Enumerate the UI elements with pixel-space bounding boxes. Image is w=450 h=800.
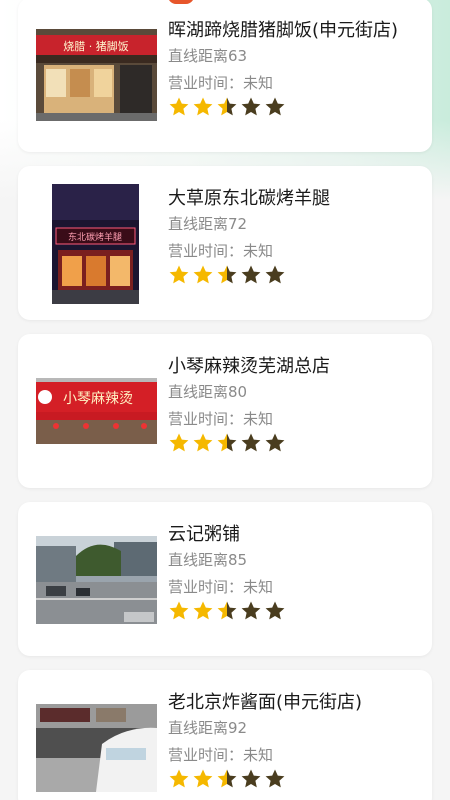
restaurant-distance: 直线距离63 <box>168 47 248 65</box>
star-icon <box>241 433 261 452</box>
star-icon <box>193 769 213 788</box>
star-icon <box>169 601 189 620</box>
star-icon <box>217 97 237 116</box>
star-icon <box>169 265 189 284</box>
star-icon <box>241 97 261 116</box>
restaurant-card[interactable]: 东北碳烤羊腿 大草原东北碳烤羊腿 直线距离72 营业时间：未知 <box>18 166 432 320</box>
restaurant-hours: 营业时间：未知 <box>168 242 274 260</box>
restaurant-hours: 营业时间：未知 <box>168 746 274 764</box>
restaurant-hours: 营业时间：未知 <box>168 578 274 596</box>
restaurant-name[interactable]: 小琴麻辣烫芜湖总店 <box>168 352 428 378</box>
star-icon <box>241 265 261 284</box>
restaurant-photo[interactable]: 东北碳烤羊腿 <box>52 184 139 304</box>
restaurant-name[interactable]: 老北京炸酱面(申元街店) <box>168 688 428 714</box>
star-icon <box>265 433 285 452</box>
star-icon <box>265 97 285 116</box>
star-icon <box>217 433 237 452</box>
star-icon <box>265 601 285 620</box>
star-icon <box>241 601 261 620</box>
restaurant-distance: 直线距离80 <box>168 383 248 401</box>
restaurant-hours: 营业时间：未知 <box>168 410 274 428</box>
star-icon <box>217 265 237 284</box>
star-icon <box>193 601 213 620</box>
star-icon <box>169 97 189 116</box>
star-icon <box>241 769 261 788</box>
star-icon <box>193 97 213 116</box>
restaurant-list[interactable]: 烧腊 · 猪脚饭 晖湖蹄烧腊猪脚饭(申元街店) 直线距离63 营业时间：未知 东… <box>0 0 450 800</box>
star-icon <box>265 265 285 284</box>
store-sign-text: 烧腊 · 猪脚饭 <box>63 39 129 53</box>
restaurant-card[interactable]: 老北京炸酱面(申元街店) 直线距离92 营业时间：未知 <box>18 670 432 800</box>
restaurant-distance: 直线距离85 <box>168 551 248 569</box>
restaurant-photo[interactable]: 小琴麻辣烫 <box>36 378 157 444</box>
restaurant-hours: 营业时间：未知 <box>168 74 274 92</box>
restaurant-distance: 直线距离72 <box>168 215 248 233</box>
star-icon <box>193 265 213 284</box>
restaurant-card[interactable]: 小琴麻辣烫 小琴麻辣烫芜湖总店 直线距离80 营业时间：未知 <box>18 334 432 488</box>
star-icon <box>217 769 237 788</box>
restaurant-name[interactable]: 大草原东北碳烤羊腿 <box>168 184 428 210</box>
restaurant-card[interactable]: 烧腊 · 猪脚饭 晖湖蹄烧腊猪脚饭(申元街店) 直线距离63 营业时间：未知 <box>18 0 432 152</box>
store-sign-text: 东北碳烤羊腿 <box>68 231 122 243</box>
restaurant-name[interactable]: 云记粥铺 <box>168 520 428 546</box>
star-icon <box>169 433 189 452</box>
star-icon <box>193 433 213 452</box>
store-sign-text: 小琴麻辣烫 <box>63 391 133 407</box>
star-icon <box>265 769 285 788</box>
star-icon <box>217 601 237 620</box>
restaurant-photo[interactable]: 烧腊 · 猪脚饭 <box>36 29 157 121</box>
restaurant-name[interactable]: 晖湖蹄烧腊猪脚饭(申元街店) <box>168 16 428 42</box>
restaurant-card[interactable]: 云记粥铺 直线距离85 营业时间：未知 <box>18 502 432 656</box>
restaurant-photo[interactable] <box>36 704 157 792</box>
restaurant-photo[interactable] <box>36 536 157 624</box>
star-icon <box>169 769 189 788</box>
restaurant-distance: 直线距离92 <box>168 719 248 737</box>
